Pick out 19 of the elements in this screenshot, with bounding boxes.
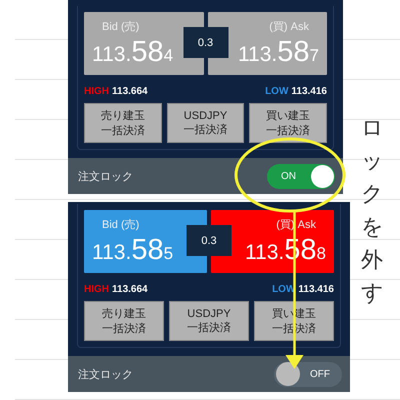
toggle-switch[interactable]: OFF [274,362,342,386]
lock-label: 注文ロック [78,170,133,184]
low-label: LOW [265,86,288,97]
settle-button[interactable]: 売り建玉 一括決済 [84,103,162,143]
handwritten-note: ロックを外す [361,115,383,308]
settle-button[interactable]: 売り建玉 一括決済 [84,301,164,341]
settle-button[interactable]: USDJPY 一括決済 [169,301,249,341]
spread-value: 0.3 [186,225,232,256]
spread-value: 0.3 [183,27,228,58]
high-value: 113.664 [112,86,148,97]
high-label: HIGH [84,284,109,295]
low-value: 113.416 [298,284,334,295]
settle-button[interactable]: 買い建玉 一括決済 [249,103,328,143]
settle-button[interactable]: USDJPY 一括決済 [166,103,244,143]
high-value: 113.664 [112,284,148,295]
high-label: HIGH [84,86,109,97]
low-value: 113.416 [291,86,327,97]
lock-label: 注文ロック [78,368,133,382]
toggle-switch[interactable]: ON [267,164,335,188]
